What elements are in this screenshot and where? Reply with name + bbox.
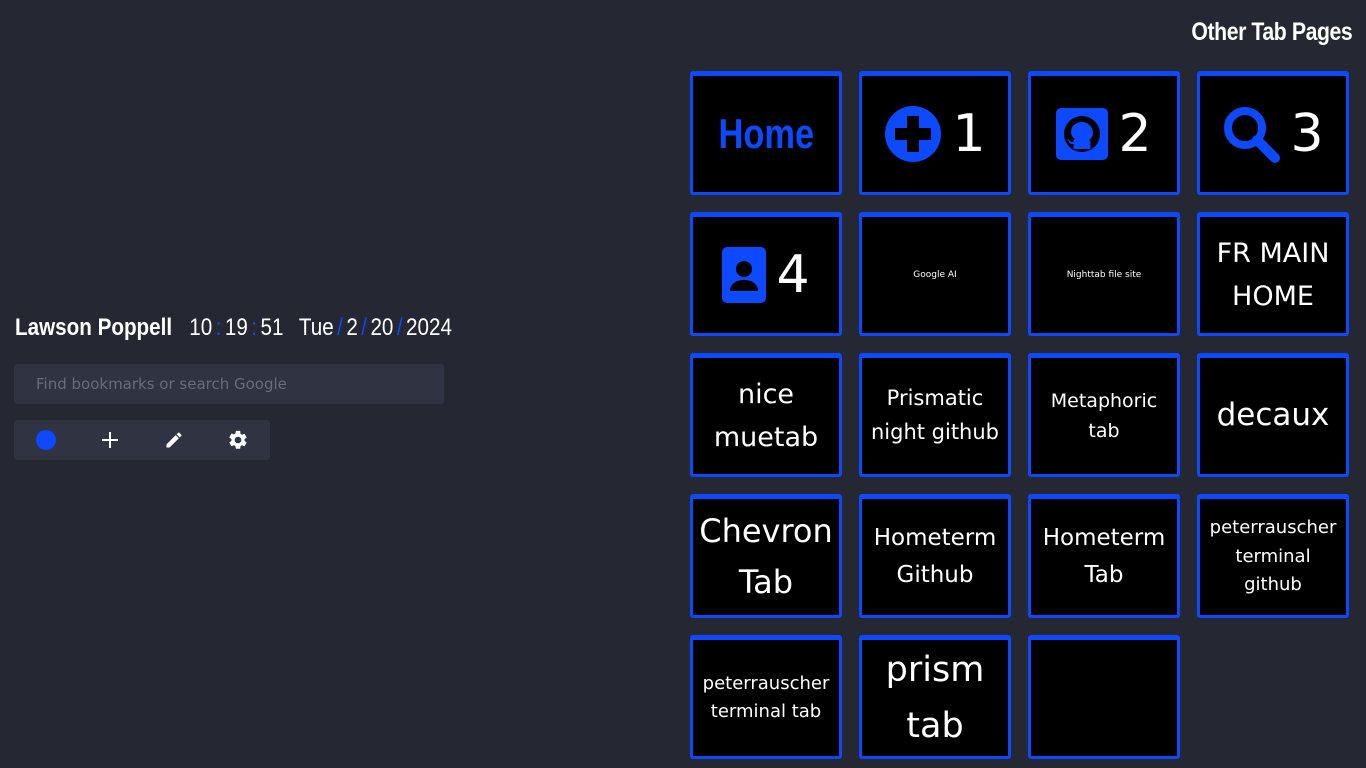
bookmark-tile-home[interactable]: Home [690, 71, 842, 195]
bookmark-tile-empty[interactable] [1028, 635, 1180, 759]
tile-label: decaux [1216, 397, 1330, 434]
clock-separator: : [215, 314, 222, 341]
tile-label: 2 [1118, 104, 1152, 164]
bookmark-tile-decaux[interactable]: decaux [1197, 353, 1349, 477]
search-input[interactable] [34, 374, 424, 394]
bookmark-tile-nighttab-file-site[interactable]: Nighttab file site [1028, 212, 1180, 336]
tile-label: Nighttab file site [1066, 269, 1142, 280]
edit-button[interactable] [142, 420, 206, 460]
add-button[interactable] [78, 420, 142, 460]
header-line: Lawson Poppell 10 : 19 : 51 Tue / 2 / 20… [15, 312, 452, 344]
tile-label: Hometerm Tab [1042, 525, 1166, 588]
bookmark-tile-4[interactable]: 4 [690, 212, 842, 336]
date-weekday: Tue [298, 314, 334, 341]
bookmark-tile-hometerm-github[interactable]: Hometerm Github [859, 494, 1011, 618]
plus-circle-icon [885, 106, 942, 162]
bookmark-tile-3[interactable]: 3 [1197, 71, 1349, 195]
tile-label: Metaphoric tab [1050, 389, 1158, 442]
date-separator: / [396, 314, 403, 341]
bookmark-tile-prismatic-night-github[interactable]: Prismatic night github [859, 353, 1011, 477]
clock-seconds: 51 [260, 314, 284, 341]
tile-label: FR MAIN HOME [1216, 237, 1330, 312]
section-title: Other Tab Pages [1191, 18, 1352, 46]
tile-label: 4 [776, 245, 810, 305]
tile-label: peterrauscher terminal tab [702, 673, 830, 722]
search-box [14, 364, 444, 404]
bookmark-tile-peterrauscher-terminal-github[interactable]: peterrauscher terminal github [1197, 494, 1349, 618]
plus-icon [102, 432, 118, 448]
bookmark-tile-prism-tab[interactable]: prism tab [859, 635, 1011, 759]
date-separator: / [337, 314, 343, 341]
clock-hours: 10 [189, 314, 213, 341]
date-year: 2024 [406, 314, 452, 341]
bookmark-tile-metaphoric-tab[interactable]: Metaphoric tab [1028, 353, 1180, 477]
settings-button[interactable] [206, 420, 270, 460]
bookmark-tile-chevron-tab[interactable]: Chevron Tab [690, 494, 842, 618]
github-icon [1056, 108, 1109, 160]
date-month: 2 [346, 314, 358, 341]
tile-label: prism tab [885, 650, 985, 746]
tile-label: Chevron Tab [699, 511, 833, 601]
tile-label: Hometerm Github [873, 525, 997, 588]
bookmark-tile-2[interactable]: 2 [1028, 71, 1180, 195]
accent-dot-icon [36, 430, 56, 450]
bookmark-tile-nice-muetab[interactable]: nice muetab [690, 353, 842, 477]
clock-minutes: 19 [224, 314, 248, 341]
tile-label: 1 [952, 104, 986, 164]
date-separator: / [361, 314, 368, 341]
gear-icon [229, 430, 247, 449]
tile-label: 3 [1290, 104, 1324, 164]
theme-accent-button[interactable] [14, 420, 78, 460]
bookmark-tile-1[interactable]: 1 [859, 71, 1011, 195]
date-day: 20 [370, 314, 394, 341]
pencil-icon [166, 432, 182, 448]
toolbar [14, 420, 270, 460]
bookmark-tile-fr-main-home[interactable]: FR MAIN HOME [1197, 212, 1349, 336]
tile-label: Prismatic night github [870, 386, 1000, 444]
bookmark-tile-google-ai[interactable]: Google AI [859, 212, 1011, 336]
tile-label: Google AI [913, 269, 957, 280]
bookmark-tile-hometerm-tab[interactable]: Hometerm Tab [1028, 494, 1180, 618]
search-icon [1224, 107, 1281, 163]
tile-label: nice muetab [713, 378, 819, 453]
tile-label: peterrauscher terminal github [1209, 516, 1337, 596]
clock-separator: : [251, 314, 258, 341]
bookmark-tile-peterrauscher-terminal-tab[interactable]: peterrauscher terminal tab [690, 635, 842, 759]
tile-label: Home [718, 110, 814, 157]
contact-icon [722, 247, 767, 303]
user-name: Lawson Poppell [15, 314, 173, 341]
